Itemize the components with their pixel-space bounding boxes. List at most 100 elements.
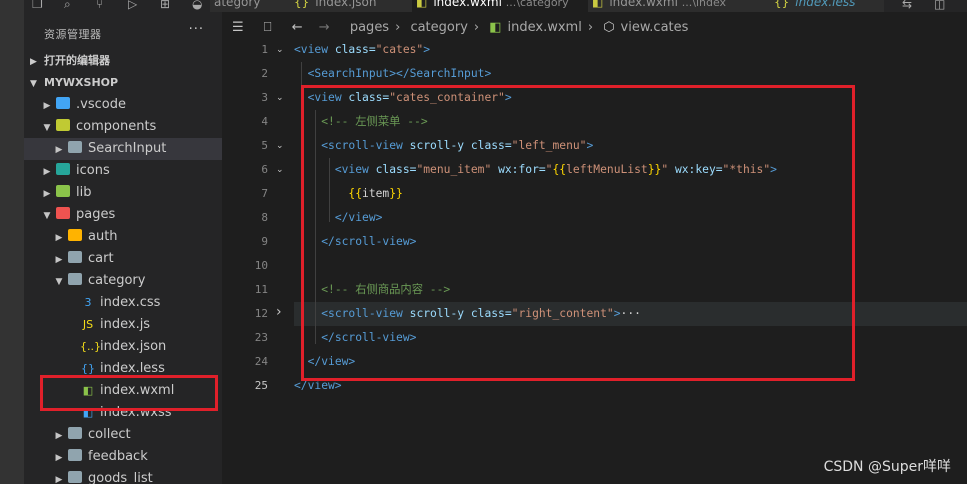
- tree-folder[interactable]: ▼ category: [24, 270, 222, 292]
- line-number: 1: [261, 43, 268, 56]
- tree-folder[interactable]: ▶ goods_list: [24, 468, 222, 484]
- tree-item-label: pages: [76, 207, 116, 222]
- fold-collapsed-icon[interactable]: ›: [276, 304, 282, 320]
- remote-icon[interactable]: ◒: [192, 0, 202, 11]
- line-number: 7: [261, 187, 268, 200]
- chevron-down-icon: ▼: [55, 277, 63, 287]
- chevron-right-icon: ›: [473, 20, 480, 35]
- tree-folder[interactable]: ▶ auth: [24, 226, 222, 248]
- breadcrumb-item[interactable]: index.wxml: [508, 20, 582, 35]
- outline-icon[interactable]: ☰: [232, 20, 244, 35]
- tab-index-json[interactable]: {} index.json: [290, 0, 415, 12]
- compare-icon[interactable]: ⇆: [902, 0, 912, 11]
- code-token: <SearchInput></SearchInput>: [307, 67, 492, 80]
- breadcrumb-item[interactable]: view.cates: [621, 20, 689, 35]
- folder-icon: [68, 449, 82, 461]
- chevron-right-icon: ▶: [55, 145, 63, 155]
- tab-index-wxml-category[interactable]: ◧ index.wxml ...\category: [412, 0, 591, 12]
- line-number: 24: [254, 355, 268, 368]
- extensions-icon[interactable]: ⊞: [160, 0, 170, 11]
- line-number: 11: [254, 283, 268, 296]
- tree-folder[interactable]: ▶ lib: [24, 182, 222, 204]
- tree-item-label: category: [88, 273, 146, 288]
- chevron-right-icon: ▶: [43, 167, 51, 177]
- tab-index-wxml-index[interactable]: ◧ index.wxml ...\index: [588, 0, 773, 12]
- tree-file[interactable]: JS index.js: [24, 314, 222, 336]
- fold-expanded-icon[interactable]: ⌄: [276, 141, 284, 151]
- breadcrumb-item[interactable]: pages: [350, 20, 389, 35]
- tree-folder[interactable]: ▶ icons: [24, 160, 222, 182]
- pages-folder-icon: [56, 207, 70, 219]
- tree-item-label: SearchInput: [88, 141, 167, 156]
- components-folder-icon: [56, 119, 70, 131]
- tree-folder[interactable]: ▶ SearchInput: [24, 138, 222, 160]
- fold-expanded-icon[interactable]: ⌄: [276, 93, 284, 103]
- highlight-box: [40, 375, 218, 411]
- tab-index-less[interactable]: {} index.less: [770, 0, 885, 12]
- back-arrow-icon[interactable]: ←: [292, 20, 303, 35]
- line-number: 4: [261, 115, 268, 128]
- chevron-down-icon: ▼: [43, 123, 51, 133]
- tree-item-label: auth: [88, 229, 118, 244]
- chevron-right-icon: ▶: [43, 101, 51, 111]
- tree-folder[interactable]: ▶ feedback: [24, 446, 222, 468]
- icons-folder-icon: [56, 163, 70, 175]
- tree-item-label: goods_list: [88, 471, 153, 484]
- code-token: <view: [294, 43, 335, 56]
- tree-folder[interactable]: ▶ collect: [24, 424, 222, 446]
- line-number: 3: [261, 91, 268, 104]
- chevron-right-icon: ›: [395, 20, 401, 35]
- line-number: 9: [261, 235, 268, 248]
- section-label: 打开的编辑器: [44, 54, 110, 67]
- folder-icon: [68, 141, 82, 153]
- more-actions-icon[interactable]: ···: [189, 22, 204, 37]
- code-token: "cates": [375, 43, 424, 56]
- bookmark-icon[interactable]: ⎕: [264, 20, 272, 35]
- line-number: 2: [261, 67, 268, 80]
- code-line: <view class="cates">: [294, 38, 430, 62]
- open-editors-section[interactable]: ▶ 打开的编辑器: [24, 50, 222, 72]
- fold-expanded-icon[interactable]: ⌄: [276, 45, 284, 55]
- tree-folder[interactable]: ▶ .vscode: [24, 94, 222, 116]
- tab-label: index.less: [795, 0, 856, 9]
- css-file-icon: 3: [84, 296, 92, 309]
- fold-expanded-icon[interactable]: ⌄: [276, 165, 284, 175]
- tree-folder[interactable]: ▼ pages: [24, 204, 222, 226]
- tab-label: index.json: [315, 0, 377, 9]
- split-editor-icon[interactable]: ◫: [934, 0, 945, 11]
- code-token: >: [423, 43, 431, 56]
- tab-category[interactable]: ategory: [210, 0, 293, 12]
- line-number: 8: [261, 211, 268, 224]
- chevron-right-icon: ▶: [43, 189, 51, 199]
- js-file-icon: JS: [82, 318, 94, 331]
- highlight-box: [301, 85, 855, 381]
- project-section[interactable]: ▼ MYWXSHOP: [24, 72, 222, 94]
- chevron-right-icon: ▶: [30, 57, 37, 67]
- line-number: 10: [254, 259, 268, 272]
- chevron-down-icon: ▼: [43, 211, 51, 221]
- watermark: CSDN @Super咩咩: [823, 459, 951, 475]
- json-file-icon: {..}: [80, 340, 101, 353]
- tree-folder[interactable]: ▼ components: [24, 116, 222, 138]
- tab-label: index.wxml: [609, 0, 678, 9]
- tree-item-label: .vscode: [76, 97, 126, 112]
- search-icon[interactable]: ⌕: [64, 0, 71, 12]
- forward-arrow-icon[interactable]: →: [319, 20, 330, 35]
- explorer-icon[interactable]: ❐: [32, 0, 43, 11]
- line-number: 5: [261, 139, 268, 152]
- auth-folder-icon: [68, 229, 82, 241]
- json-icon: {}: [294, 0, 310, 9]
- less-icon: {}: [774, 0, 790, 9]
- section-label: MYWXSHOP: [44, 76, 119, 89]
- tree-file[interactable]: {..}index.json: [24, 336, 222, 358]
- source-control-icon[interactable]: ⑂: [96, 0, 103, 11]
- debug-icon[interactable]: ▷: [128, 0, 137, 11]
- tree-item-label: index.json: [100, 339, 167, 354]
- chevron-right-icon: ▶: [55, 453, 63, 463]
- chevron-right-icon: ▶: [55, 475, 63, 484]
- wxml-icon: ◧: [416, 0, 428, 9]
- tree-folder[interactable]: ▶ cart: [24, 248, 222, 270]
- folder-icon: [68, 427, 82, 439]
- tree-file[interactable]: 3 index.css: [24, 292, 222, 314]
- breadcrumb-item[interactable]: category: [410, 20, 467, 35]
